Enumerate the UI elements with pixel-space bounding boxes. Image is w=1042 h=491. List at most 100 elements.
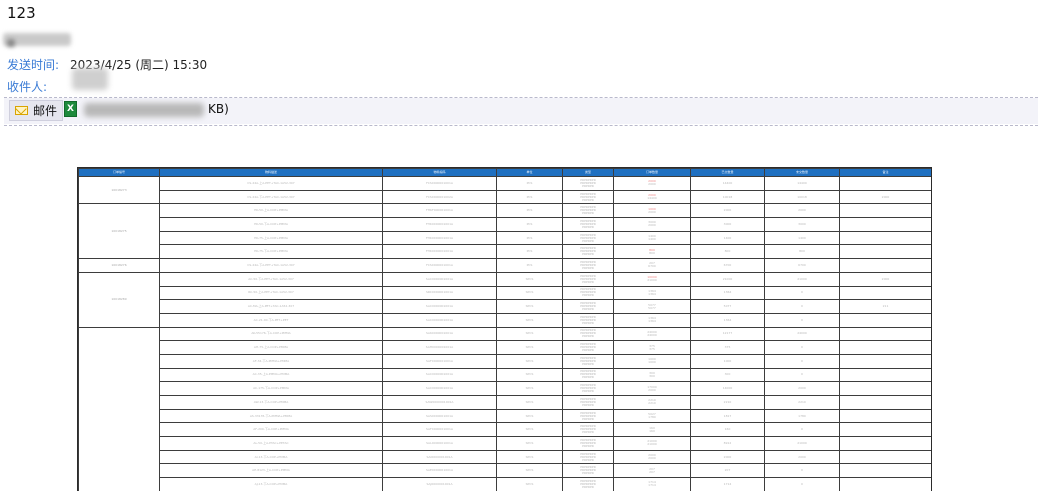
unit-cell: SPCS [496, 299, 563, 314]
divider [4, 125, 1038, 126]
quantity-value: 2000 [648, 223, 656, 228]
type-cell: PRPRPRPR PRPRPRPR PRPRPR [562, 189, 614, 205]
unit-cell: SPCS [496, 271, 563, 287]
delivered-cell: 14400 [690, 176, 765, 191]
delivered-cell: 375 [690, 340, 765, 355]
remaining-cell: 800 [764, 244, 840, 260]
type-cell: PRPRPRPR PRPRPRPR PRPRPR [562, 258, 614, 273]
remaining-cell: 0 [764, 285, 840, 301]
quantity-cell: 10000 21000 [613, 271, 691, 287]
quantity-cell: 207 6700 [613, 258, 691, 273]
description-cell: HK-50-上A-COP+PMMA [159, 203, 383, 219]
quantity-value: 1780 [648, 415, 656, 420]
quantity-cell: 1714 1714 [613, 477, 691, 491]
mail-button[interactable]: 邮件 [9, 100, 64, 121]
description-cell: RC-50-上A-PET+TAC-1A52-307 [159, 285, 383, 301]
remaining-cell: 14400 [764, 176, 840, 191]
note-cell [839, 285, 931, 301]
quantity-value: 21000 [647, 278, 657, 283]
remaining-cell: 0 [764, 477, 840, 491]
note-cell [839, 353, 931, 369]
material-code-cell: SAC0000001001A [382, 271, 497, 287]
quantity-value: 2000 [648, 387, 656, 392]
material-code-cell: FHKF000001001A [382, 203, 497, 219]
delivered-cell: 800 [690, 244, 765, 260]
unit-cell: SPCS [496, 326, 563, 342]
delivered-cell: 21000 [690, 271, 765, 287]
order-number-cell [78, 326, 160, 491]
quantity-value: 1714 [648, 483, 656, 488]
note-cell [839, 217, 931, 232]
unit-cell: PCS [496, 244, 563, 260]
envelope-icon [15, 106, 28, 115]
type-cell: PRPRPRPR PRPRPRPR PRPRPR [562, 463, 614, 479]
note-cell [839, 422, 931, 438]
table-header-cell: 单位 [496, 168, 563, 177]
table-row: 10018273 CS-24A-上A-PET+TAC-1A52-307 FCS000… [78, 175, 931, 205]
table-row: 10018276 CS-24A-下A-PET+TAC-1A52-307 FCS000… [78, 258, 931, 273]
table-header-row: 订单编号 物料描述 物料编码 单位 类型 订单数量 已交数量 未交数量 备注 [78, 168, 931, 177]
quantity-value: 800 [649, 250, 655, 255]
remaining-cell: 3000 [764, 217, 840, 232]
quantity-value: 2000 [648, 209, 656, 214]
unit-cell: PCS [496, 230, 563, 246]
table-header-cell: 未交数量 [764, 168, 840, 177]
description-cell: CS-24A-下A-PET+TAC-1A52-307 [159, 258, 383, 273]
table-row: AC-MA-上A-PET+TAC-1A52-307 SAC0000001001A S… [79, 299, 931, 314]
description-cell: HK-50-下A-COP+PMMA [159, 217, 383, 232]
type-cell: PRPRPRPR PRPRPRPR PRPRPR [562, 299, 614, 314]
material-code-cell: SAI0000001001A [382, 449, 497, 465]
material-code-cell: SAS0000001001A [382, 408, 497, 424]
description-cell: AC-MA-上A-PET+TAC-1A52-307 [159, 299, 383, 314]
material-code-cell: SAF0000001001A [382, 353, 497, 369]
quantity-cell: 2210 2210 [613, 395, 691, 410]
unit-cell: SPCS [496, 340, 563, 355]
type-cell: PRPRPRPR PRPRPRPR PRPRPR [562, 340, 614, 355]
delivered-cell: 2000 [690, 203, 765, 219]
type-cell: PRPRPRPR PRPRPRPR PRPRPR [562, 244, 614, 260]
material-code-cell: SAH0000001001A [382, 340, 497, 355]
attachment-name-redacted[interactable] [82, 101, 212, 119]
delivered-cell: 5077 [690, 299, 765, 314]
table-row: AL-50-上A-PTAC+PETAC SAL0000001001A SPCS PRP… [79, 436, 931, 451]
quantity-cell: 1364 1364 [613, 285, 691, 301]
table-header-cell: 备注 [839, 168, 931, 177]
note-cell [839, 463, 931, 479]
order-number-cell: 10018289 [78, 271, 160, 328]
quantity-value: 160 [649, 428, 655, 433]
unit-cell: SPCS [496, 367, 563, 383]
unit-cell: SPCS [496, 395, 563, 410]
remaining-cell: 0 [764, 422, 840, 438]
type-cell: PRPRPRPR PRPRPRPR PRPRPR [562, 408, 614, 424]
unit-cell: SPCS [496, 449, 563, 465]
description-cell: HK-75-下A-COP+PMMA [159, 244, 383, 260]
table-row: HK-75-上A-COP+PMMA FHK0000001001A PCS PRPRPR… [79, 230, 931, 246]
quantity-cell: 1400 1400 [613, 230, 691, 246]
note-cell [839, 477, 931, 491]
remaining-cell: 1400 [764, 230, 840, 246]
sent-time-row: 发送时间: 2023/4/25 (周二) 15:30 [7, 56, 207, 73]
table-header-cell: 物料描述 [159, 168, 383, 177]
note-cell [839, 367, 931, 383]
description-cell: AC-21-00-下A-PET+PET [159, 312, 383, 328]
unit-cell: PCS [496, 189, 563, 205]
remaining-cell: 24000 [764, 326, 840, 342]
remaining-cell: 2000 [764, 203, 840, 219]
unit-cell: PCS [496, 203, 563, 219]
excel-file-icon[interactable]: X [64, 101, 77, 117]
quantity-cell: 21000 21000 [613, 436, 691, 451]
spreadsheet-image: 订单编号 物料描述 物料编码 单位 类型 订单数量 已交数量 未交数量 备注 10018273 C… [77, 167, 932, 491]
material-code-cell: SAW0000001001A [382, 395, 497, 410]
table-row: AW-13-下A-COP+PMMA SAW0000001001A SPCS PRPRP… [79, 395, 931, 410]
note-cell [839, 258, 931, 273]
delivered-cell: 1400 [690, 230, 765, 246]
attachment-bar: 邮件 X KB) [4, 98, 1038, 124]
email-subject: 123 [7, 4, 36, 22]
delivered-cell: 2210 [690, 395, 765, 410]
description-cell: AL-50-上A-PTAC+PETAC [159, 436, 383, 451]
unit-cell: SPCS [496, 463, 563, 479]
table-header-cell: 订单数量 [613, 168, 691, 177]
table-header-cell: 类型 [562, 168, 614, 177]
table-row: HK-50-下A-COP+PMMA FHK0000001001A PCS PRPRPR… [79, 217, 931, 232]
sender-redacted [3, 33, 71, 47]
